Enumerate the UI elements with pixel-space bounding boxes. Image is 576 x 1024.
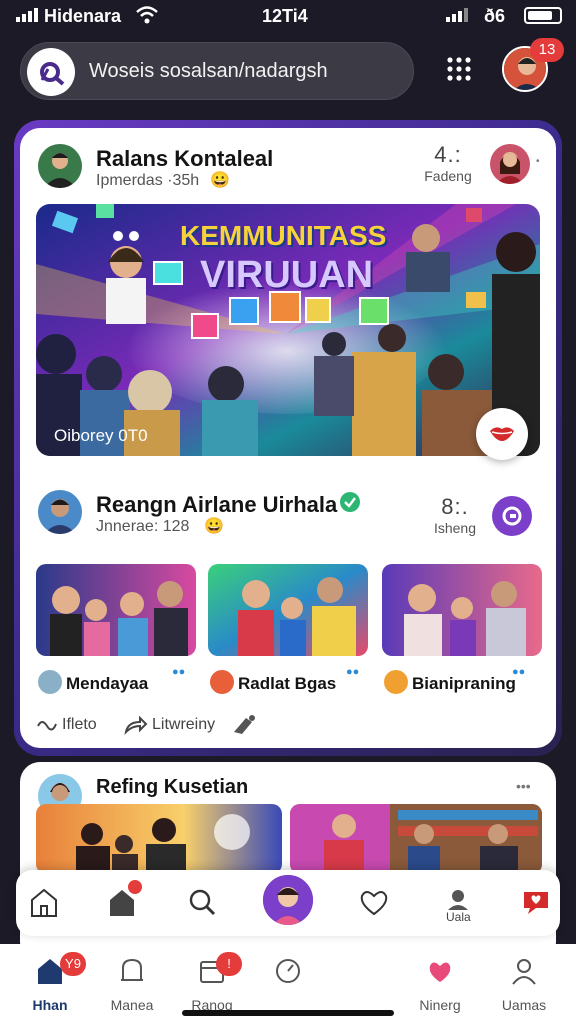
- chat-bubble-icon: [502, 506, 522, 526]
- tab-favorites[interactable]: Ninerg: [400, 956, 480, 1016]
- tab-profile-label: Uamas: [501, 997, 547, 1013]
- carrier-name: Hidenara: [44, 6, 122, 26]
- thumb1-label[interactable]: Mendayaa: [66, 674, 148, 694]
- thumb2-status-icon: ●●: [346, 666, 360, 678]
- search-input[interactable]: Woseis sosalsan/nadargsh: [89, 60, 328, 83]
- wifi-icon: [136, 6, 158, 24]
- home-indicator: [182, 1010, 394, 1016]
- post1-stat-number: 4.:: [434, 142, 462, 167]
- tab-messages[interactable]: Manea: [92, 956, 172, 1016]
- user-nav-label[interactable]: Uala: [446, 910, 471, 924]
- post1-meta: Ipmerdas ·35h: [96, 172, 200, 189]
- tab-messages-label: Manea: [110, 997, 154, 1013]
- tab-home-label: Hhan: [32, 997, 68, 1013]
- thumb3-label[interactable]: Bianipraning: [412, 674, 516, 694]
- tab-home[interactable]: Hhan Y9: [10, 952, 90, 1016]
- favorites-heart-icon[interactable]: [356, 884, 392, 920]
- hero-reaction-button[interactable]: [476, 408, 528, 460]
- signal-strength-icon: [446, 8, 468, 22]
- home-alert-badge: [128, 880, 142, 894]
- thumbnail-family-1[interactable]: [36, 564, 196, 656]
- thumb3-avatar-icon: [384, 670, 408, 694]
- share-icon[interactable]: [124, 716, 148, 736]
- status-bar: Hidenara 12Ti4 ð6: [0, 0, 576, 32]
- post2-chat-button[interactable]: [492, 496, 532, 536]
- thumb2-label[interactable]: Radlat Bgas: [238, 674, 336, 694]
- thumb1-avatar-icon: [38, 670, 62, 694]
- thumbnail-family-2[interactable]: [208, 564, 368, 656]
- hero-title-line2: VIRUUAN: [200, 254, 374, 296]
- cellular-signal-icon: [16, 8, 38, 22]
- post2-stat[interactable]: 8:. Isheng: [426, 494, 484, 536]
- bell-icon: [121, 958, 143, 981]
- verified-badge-icon: [340, 492, 360, 512]
- post2-stat-label: Isheng: [433, 520, 477, 536]
- post3-image-1[interactable]: [36, 804, 282, 874]
- share-action[interactable]: Litwreiny: [152, 716, 215, 734]
- center-profile-button[interactable]: [260, 872, 316, 928]
- heart-icon: [429, 962, 451, 982]
- tab-ranog[interactable]: Ranog !: [172, 952, 252, 1016]
- home-outline-icon[interactable]: [26, 884, 62, 920]
- thumbnail-family-3[interactable]: [382, 564, 542, 656]
- tab-clock[interactable]: [248, 956, 328, 1016]
- person-icon: [512, 959, 536, 985]
- tab-profile[interactable]: Uamas: [484, 956, 564, 1016]
- post3-image-2[interactable]: [290, 804, 542, 874]
- post3-author-name[interactable]: Refing Kusetian: [96, 776, 248, 799]
- thumb1-status-icon: ●●: [172, 666, 186, 678]
- post1-stat-label: Fadeng: [424, 168, 472, 184]
- post1-author-name[interactable]: Ralans Kontaleal: [96, 146, 273, 172]
- post2-stat-number: 8:.: [441, 494, 469, 519]
- search-icon[interactable]: [184, 884, 220, 920]
- like-icon[interactable]: [36, 716, 58, 736]
- post2-avatar[interactable]: [38, 490, 82, 534]
- emoji-icon: 😀: [204, 518, 224, 535]
- like-action[interactable]: Ifleto: [62, 716, 97, 734]
- battery-percent: ð6: [484, 6, 506, 26]
- clock-time: 12Ti4: [262, 6, 308, 26]
- tab-favorites-label: Ninerg: [419, 997, 461, 1013]
- apps-grid-icon[interactable]: [446, 56, 472, 82]
- app-logo-icon[interactable]: [27, 48, 75, 96]
- notification-badge: 13: [530, 38, 564, 62]
- hero-title-line1: KEMMUNITASS: [180, 220, 387, 251]
- post2-meta: Jnnerae: 128: [96, 518, 190, 535]
- battery-icon: [524, 7, 562, 24]
- post3-more-button[interactable]: •••: [516, 778, 531, 794]
- hero-caption: Oiborey 0T0: [54, 426, 148, 445]
- chat-heart-icon[interactable]: [518, 884, 554, 920]
- clock-icon: [276, 959, 300, 983]
- emoji-icon: 😀: [210, 172, 230, 189]
- megaphone-icon[interactable]: [232, 714, 256, 736]
- post1-participant-avatar[interactable]: [490, 144, 530, 184]
- post1-more-dot[interactable]: •: [536, 156, 540, 167]
- thumb3-status-icon: ●●: [512, 666, 526, 678]
- search-bar[interactable]: Woseis sosalsan/nadargsh: [20, 42, 414, 100]
- post2-author-name[interactable]: Reangn Airlane Uirhala: [96, 492, 337, 518]
- tab-ranog-badge: !: [216, 952, 242, 976]
- post1-stat[interactable]: 4.: Fadeng: [420, 142, 476, 184]
- top-bar: Woseis sosalsan/nadargsh 13: [0, 38, 576, 108]
- post1-avatar[interactable]: [38, 144, 82, 188]
- thumb2-avatar-icon: [210, 670, 234, 694]
- tab-home-badge: Y9: [60, 952, 86, 976]
- lips-icon: [490, 427, 514, 441]
